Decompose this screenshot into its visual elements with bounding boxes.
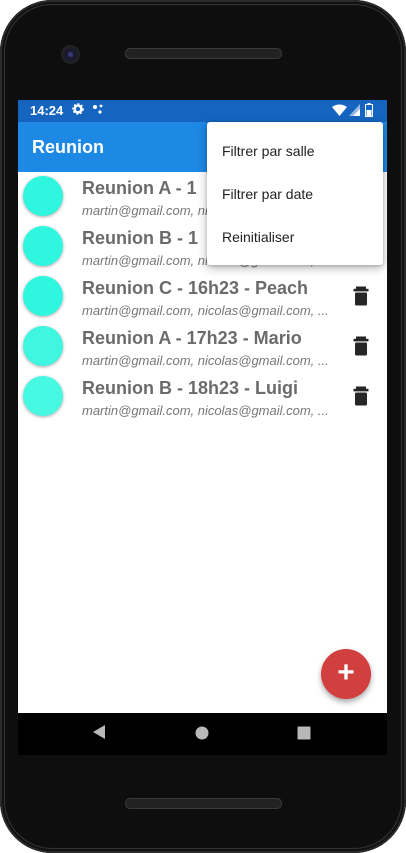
plus-icon: +	[337, 656, 355, 689]
camera-icon	[63, 47, 78, 62]
settings-gear-icon	[72, 103, 84, 118]
network-dots-icon	[92, 103, 104, 118]
recents-icon[interactable]	[297, 726, 311, 745]
delete-trash-icon[interactable]	[352, 286, 370, 306]
meeting-participants: martin@gmail.com, nicolas@gmail.com, ...	[82, 403, 329, 418]
menu-item-filter-room[interactable]: Filtrer par salle	[207, 130, 383, 173]
bottom-speaker	[125, 798, 282, 809]
navigation-bar	[18, 713, 387, 755]
add-meeting-button[interactable]: +	[321, 649, 371, 699]
meeting-row[interactable]: Reunion C - 16h23 - Peach martin@gmail.c…	[18, 272, 387, 322]
status-time: 14:24	[30, 103, 64, 118]
battery-icon	[365, 103, 373, 120]
menu-item-label: Filtrer par date	[222, 186, 314, 202]
meeting-color-avatar	[23, 226, 63, 266]
meeting-title: Reunion A - 17h23 - Mario	[82, 328, 302, 348]
menu-item-filter-date[interactable]: Filtrer par date	[207, 173, 383, 216]
home-icon[interactable]	[195, 726, 209, 745]
meeting-color-avatar	[23, 376, 63, 416]
meeting-color-avatar	[23, 326, 63, 366]
meeting-row[interactable]: Reunion B - 18h23 - Luigi martin@gmail.c…	[18, 372, 387, 422]
delete-trash-icon[interactable]	[352, 386, 370, 406]
phone-frame: 14:24 Reunion Reunion A - 1 martin@gmail…	[0, 0, 406, 853]
meeting-title: Reunion B - 18h23 - Luigi	[82, 378, 299, 398]
app-title: Reunion	[32, 137, 104, 157]
meeting-color-avatar	[23, 176, 63, 216]
delete-trash-icon[interactable]	[352, 336, 370, 356]
back-icon[interactable]	[92, 724, 106, 745]
cell-signal-icon	[349, 104, 360, 119]
meeting-color-avatar	[23, 276, 63, 316]
menu-item-label: Reinitialiser	[222, 229, 295, 245]
menu-item-reset[interactable]: Reinitialiser	[207, 216, 383, 259]
overflow-menu: Filtrer par salle Filtrer par date Reini…	[207, 122, 383, 265]
meeting-row[interactable]: Reunion A - 17h23 - Mario martin@gmail.c…	[18, 322, 387, 372]
meeting-participants: martin@gmail.com, nicolas@gmail.com, ...	[82, 353, 329, 368]
meeting-title: Reunion A - 1	[82, 178, 197, 198]
menu-item-label: Filtrer par salle	[222, 143, 315, 159]
wifi-icon	[332, 104, 347, 119]
screen: 14:24 Reunion Reunion A - 1 martin@gmail…	[18, 100, 387, 713]
status-bar: 14:24	[18, 100, 387, 122]
top-speaker	[125, 48, 282, 59]
meeting-title: Reunion B - 1	[82, 228, 198, 248]
meeting-title: Reunion C - 16h23 - Peach	[82, 278, 309, 298]
meeting-participants: martin@gmail.com, nicolas@gmail.com, ...	[82, 303, 329, 318]
